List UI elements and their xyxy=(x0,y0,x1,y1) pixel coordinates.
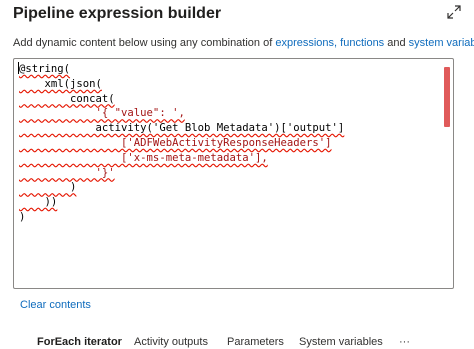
code-line: )) xyxy=(19,195,344,210)
code-line: activity('Get Blob Metadata')['output'] xyxy=(19,121,345,136)
system-variables-link[interactable]: system variables. xyxy=(409,37,474,49)
code-text: @string( xyxy=(19,63,71,75)
code-text: ['x-ms-meta-metadata'], xyxy=(19,151,268,164)
functions-link[interactable]: functions xyxy=(340,37,384,49)
code-text: ) xyxy=(19,210,26,223)
code-text: ['ADFWebActivityResponseHeaders'] xyxy=(19,136,332,149)
tab-activity-outputs[interactable]: Activity outputs xyxy=(134,336,208,348)
expand-diagonal-icon xyxy=(447,5,461,19)
clear-contents-link[interactable]: Clear contents xyxy=(20,299,91,311)
description-and: and xyxy=(384,37,409,49)
tab-foreach-iterator[interactable]: ForEach iterator xyxy=(37,336,122,348)
more-tabs-icon[interactable]: ··· xyxy=(399,336,410,348)
code-text: ) xyxy=(19,181,77,194)
expand-icon[interactable] xyxy=(444,5,464,25)
code-area[interactable]: @string( xml(json( concat( '{ "value": '… xyxy=(18,62,345,225)
tab-parameters[interactable]: Parameters xyxy=(227,336,284,348)
code-text: concat( xyxy=(19,92,115,105)
code-line: concat( xyxy=(19,92,344,107)
code-text: )) xyxy=(19,196,58,209)
description-prefix: Add dynamic content below using any comb… xyxy=(13,37,276,49)
code-text: xml(json( xyxy=(19,77,102,90)
dialog-title: Pipeline expression builder xyxy=(13,5,222,22)
code-text: '{ "value": ', xyxy=(19,107,185,120)
code-line: '}' xyxy=(19,166,344,181)
code-line: @string( xyxy=(18,62,344,77)
code-line: xml(json( xyxy=(19,77,344,92)
code-text: activity('Get Blob Metadata')['output'] xyxy=(19,122,345,135)
code-line: ) xyxy=(19,180,344,195)
code-line: ['x-ms-meta-metadata'], xyxy=(19,151,344,166)
tab-system-variables[interactable]: System variables xyxy=(299,336,383,348)
expressions-link[interactable]: expressions, xyxy=(275,37,337,49)
scrollbar-thumb[interactable] xyxy=(444,67,450,127)
code-line: ) xyxy=(19,210,344,225)
code-text: '}' xyxy=(19,166,115,179)
description: Add dynamic content below using any comb… xyxy=(13,37,474,49)
expression-editor[interactable]: @string( xml(json( concat( '{ "value": '… xyxy=(13,58,454,289)
code-line: ['ADFWebActivityResponseHeaders'] xyxy=(19,136,344,151)
scrollbar-track[interactable] xyxy=(444,62,452,285)
code-line: '{ "value": ', xyxy=(19,106,344,121)
